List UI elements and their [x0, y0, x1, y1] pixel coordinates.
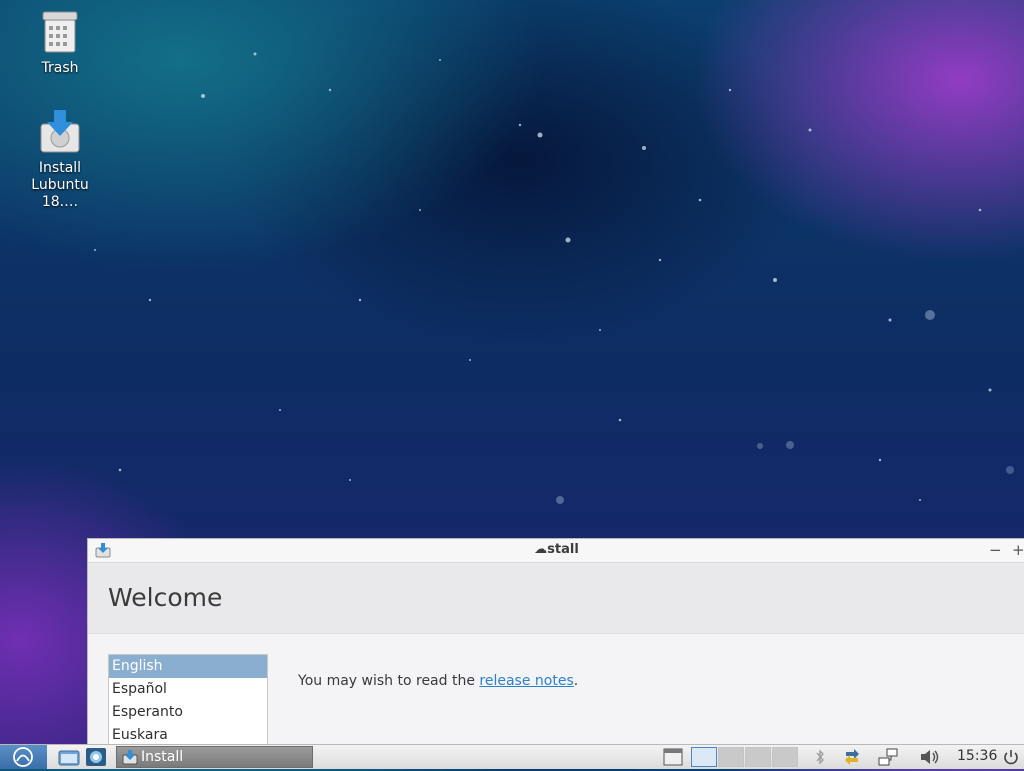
desktop-icon-label-line2: Lubuntu 18.… [31, 177, 89, 210]
trash-icon [42, 11, 78, 53]
minimize-button[interactable]: − [989, 541, 1002, 559]
browser-icon [86, 748, 106, 766]
workspace-2[interactable] [718, 747, 744, 767]
language-item-english[interactable]: English [109, 655, 267, 678]
welcome-header: Welcome [88, 563, 1024, 634]
window-title: ☁stall [534, 542, 579, 557]
installer-window: ☁stall − + Welcome English Español Esper… [87, 538, 1024, 747]
desktop-icon-trash[interactable]: Trash [12, 10, 108, 77]
page-title: Welcome [108, 583, 223, 612]
release-notes-text: You may wish to read the release notes. [298, 673, 578, 689]
taskbar-task-install[interactable]: Install [116, 746, 313, 768]
desktop-icon-install-lubuntu[interactable]: Install Lubuntu 18.… [12, 108, 108, 211]
file-manager-icon [58, 750, 80, 766]
clock[interactable]: 15:36 [957, 748, 997, 764]
language-list[interactable]: English Español Esperanto Euskara [108, 654, 268, 747]
release-notes-link[interactable]: release notes [479, 673, 573, 689]
wallpaper-stars [94, 52, 1014, 504]
desktop-icon-label-line1: Install [38, 160, 82, 176]
release-notes-suffix: . [573, 673, 579, 689]
workspace-3[interactable] [745, 747, 771, 767]
language-item-espanol[interactable]: Español [109, 678, 267, 701]
network-icon[interactable] [877, 748, 899, 766]
taskbar-task-label: Install [141, 749, 184, 765]
update-notifier-icon[interactable] [842, 748, 862, 766]
show-desktop-button[interactable] [58, 748, 80, 766]
taskbar: Install 15:36 [0, 744, 1024, 769]
release-notes-prefix: You may wish to read the [298, 673, 480, 689]
installer-icon [40, 110, 80, 153]
power-icon[interactable] [1002, 748, 1020, 766]
workspace-4[interactable] [772, 747, 798, 767]
windows-icon [663, 748, 683, 766]
start-menu-button[interactable] [0, 745, 47, 769]
window-list-icon[interactable] [663, 748, 683, 766]
desktop-icon-label: Trash [41, 60, 79, 76]
language-item-esperanto[interactable]: Esperanto [109, 701, 267, 724]
maximize-button[interactable]: + [1012, 541, 1024, 559]
window-titlebar[interactable]: ☁stall − + [88, 539, 1024, 563]
browser-launcher[interactable] [85, 747, 107, 767]
installer-small-icon [122, 750, 138, 765]
bluetooth-icon[interactable] [814, 748, 826, 766]
volume-icon[interactable] [919, 748, 941, 766]
lubuntu-logo-icon [13, 747, 33, 767]
workspace-1[interactable] [691, 747, 717, 767]
